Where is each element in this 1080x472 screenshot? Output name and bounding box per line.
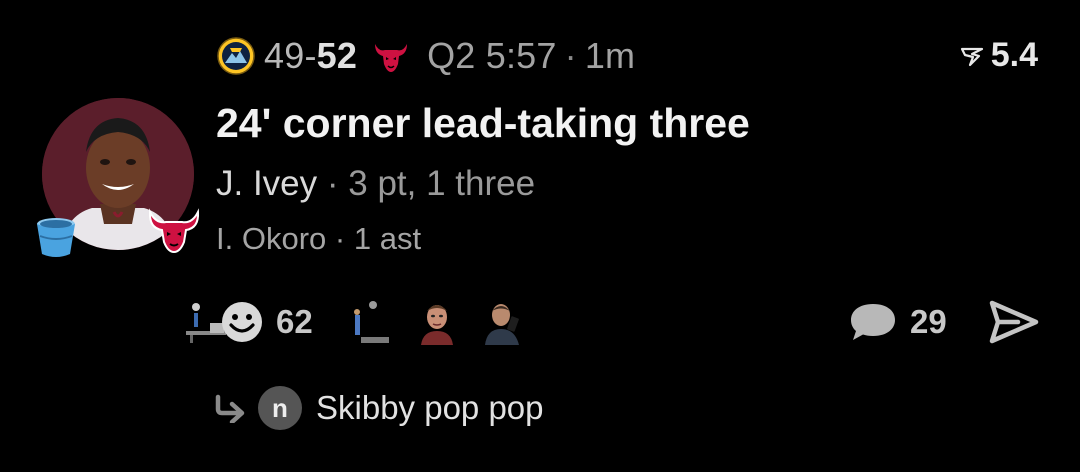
assist-name[interactable]: I. Okoro [216,221,326,256]
play-title: 24' corner lead-taking three [216,100,750,146]
reply-author-avatar[interactable]: n [258,386,302,430]
comments-button[interactable]: 29 [848,296,947,348]
posted-time: 1m [584,35,636,76]
assist-separator: · [334,221,346,256]
game-clock: Q2 5:57 [427,35,557,76]
man-phone-thumbnail[interactable] [483,297,527,347]
basketball-shot-thumbnail[interactable] [347,297,391,347]
share-button[interactable] [988,298,1040,346]
assist-stats: 1 ast [353,221,422,256]
send-icon [989,300,1039,344]
comment-bubble-icon [848,300,898,344]
home-score: 52 [316,35,358,76]
man-reaction-thumbnail[interactable] [415,297,459,347]
score-separator: - [304,35,317,76]
bucket-icon [34,214,78,260]
reply-text: Skibby pop pop [316,389,544,426]
reaction-count: 62 [276,303,313,340]
reactions-bar: 62 [184,290,527,354]
scorer-separator: · [326,164,339,203]
metric-value: 5.4 [990,36,1038,74]
away-score: 49 [264,35,305,76]
scorer-line: J. Ivey · 3 pt, 1 three [216,164,535,204]
nuggets-logo-icon [216,36,256,76]
reply-arrow-icon [214,393,248,423]
meta-separator: · [564,35,577,76]
scorer-stats: 3 pt, 1 three [348,164,536,203]
bulls-logo-icon [371,36,411,76]
pennant-icon [959,43,985,69]
assist-line: I. Okoro · 1 ast [216,221,421,257]
smiley-icon[interactable] [220,300,264,344]
play-card[interactable]: 49 - 52 Q2 5:57 · 1m 5.4 24' corner lead… [0,0,1080,472]
score-row: 49 - 52 Q2 5:57 · 1m [216,34,635,78]
play-metric: 5.4 [959,36,1038,75]
player-avatar[interactable] [37,98,200,257]
reaction-summary[interactable]: 62 [184,297,313,347]
bulls-logo-icon [146,206,202,256]
scorer-name[interactable]: J. Ivey [216,164,317,203]
top-reply[interactable]: n Skibby pop pop [214,382,544,434]
comment-count: 29 [910,303,947,340]
